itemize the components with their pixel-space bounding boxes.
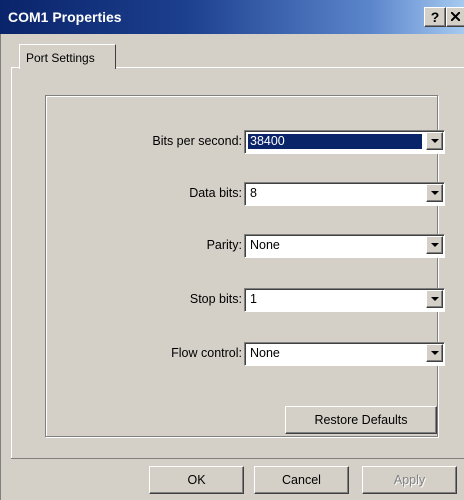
close-icon: [451, 12, 460, 21]
parity-value: None: [250, 238, 280, 252]
data-bits-label: Data bits:: [189, 186, 242, 200]
apply-button[interactable]: Apply: [362, 466, 457, 494]
data-bits-select[interactable]: 8: [244, 182, 445, 206]
window-border: [0, 34, 1, 500]
dropdown-button[interactable]: [426, 236, 443, 254]
tab-label: Port Settings: [26, 51, 95, 65]
chevron-down-icon: [431, 297, 439, 301]
help-button[interactable]: ?: [424, 7, 446, 27]
window-title: COM1 Properties: [8, 9, 122, 25]
ok-button[interactable]: OK: [149, 466, 244, 494]
divider: [11, 458, 464, 459]
chevron-down-icon: [431, 243, 439, 247]
flow-control-select[interactable]: None: [244, 342, 445, 366]
bits-per-second-value: 38400: [248, 134, 422, 149]
title-bar[interactable]: COM1 Properties ?: [0, 0, 464, 34]
chevron-down-icon: [431, 191, 439, 195]
restore-defaults-button[interactable]: Restore Defaults: [285, 406, 437, 434]
flow-control-value: None: [250, 346, 280, 360]
parity-select[interactable]: None: [244, 234, 445, 258]
chevron-down-icon: [431, 139, 439, 143]
flow-control-label: Flow control:: [171, 346, 242, 360]
stop-bits-select[interactable]: 1: [244, 288, 445, 312]
stop-bits-label: Stop bits:: [189, 292, 242, 306]
port-settings-group: Bits per second: 38400 Data bits: 8 Pari…: [45, 95, 445, 437]
dropdown-button[interactable]: [426, 290, 443, 308]
parity-label: Parity:: [206, 238, 242, 252]
dropdown-button[interactable]: [426, 184, 443, 202]
chevron-down-icon: [431, 351, 439, 355]
bits-per-second-label: Bits per second:: [152, 134, 242, 148]
stop-bits-value: 1: [250, 292, 257, 306]
data-bits-value: 8: [250, 186, 257, 200]
tab-port-settings[interactable]: Port Settings: [19, 44, 116, 69]
cancel-button[interactable]: Cancel: [254, 466, 349, 494]
bits-per-second-select[interactable]: 38400: [244, 130, 445, 154]
dropdown-button[interactable]: [426, 344, 443, 362]
close-button[interactable]: [446, 7, 464, 27]
dropdown-button[interactable]: [426, 132, 443, 150]
